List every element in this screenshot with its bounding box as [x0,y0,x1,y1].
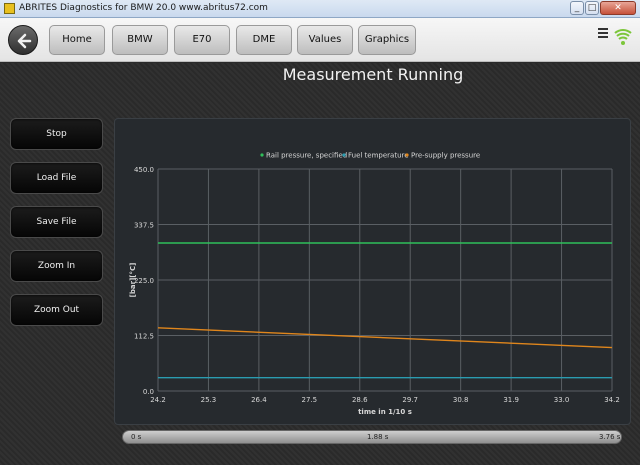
nav-home-button[interactable]: Home [49,25,105,55]
page-title: Measurement Running [282,65,464,84]
nav-e70-button[interactable]: E70 [174,25,230,55]
window-title: ABRITES Diagnostics for BMW 20.0 www.abr… [19,3,268,13]
line-chart: 24.2 25.3 26.4 27.5 28.6 29.7 30.8 31.9 33.0 34.2… [129,152,620,417]
main-area: Measurement Running Stop Load File Save … [0,63,640,465]
x-tick-label: 29.7 [402,396,418,404]
save-file-button[interactable]: Save File [10,206,103,238]
y-tick-label: 112.5 [134,333,154,341]
legend-entry: Fuel temperature [348,152,409,160]
legend-marker [405,153,409,157]
legend-entry: Pre-supply pressure [411,152,480,160]
back-button[interactable] [8,25,38,55]
minimize-button[interactable]: _ [570,1,584,15]
timebar-mid-label: 1.88 s [367,433,389,441]
maximize-button[interactable]: □ [585,1,599,15]
window-titlebar: ABRITES Diagnostics for BMW 20.0 www.abr… [0,0,640,18]
legend-marker [260,153,264,157]
x-tick-label: 26.4 [251,396,267,404]
x-tick-label: 33.0 [554,396,570,404]
zoom-in-button[interactable]: Zoom In [10,250,103,282]
x-tick-label: 34.2 [604,396,620,404]
nav-values-button[interactable]: Values [297,25,353,55]
timebar-end-label: 3.76 s [599,433,621,441]
wifi-signal-icon [614,29,632,45]
x-tick-label: 25.3 [201,396,217,404]
legend-marker [342,153,346,157]
x-tick-label: 30.8 [453,396,469,404]
x-axis-label: time in 1/10 s [358,408,412,416]
y-tick-label: 337.5 [134,222,154,230]
legend-entry: Rail pressure, specified [266,152,347,160]
x-tick-label: 28.6 [352,396,368,404]
nav-dme-button[interactable]: DME [236,25,292,55]
load-file-button[interactable]: Load File [10,162,103,194]
nav-graphics-button[interactable]: Graphics [358,25,416,55]
x-tick-label: 27.5 [302,396,318,404]
back-arrow-icon [17,33,32,49]
time-scrollbar[interactable]: 0 s 1.88 s 3.76 s [122,430,622,444]
menu-icon[interactable] [598,28,610,40]
app-logo-icon [4,3,15,14]
chart-panel: 24.2 25.3 26.4 27.5 28.6 29.7 30.8 31.9 33.0 34.2… [114,118,631,425]
stop-button[interactable]: Stop [10,118,103,150]
top-navigation: Home BMW E70 DME Values Graphics [0,18,640,62]
x-tick-label: 31.9 [503,396,519,404]
y-tick-label: 0.0 [143,388,154,396]
zoom-out-button[interactable]: Zoom Out [10,294,103,326]
close-button[interactable]: ✕ [600,1,636,15]
nav-bmw-button[interactable]: BMW [112,25,168,55]
series-line [157,327,613,349]
y-tick-label: 450.0 [134,166,154,174]
y-axis-label: [bar][°C] [129,263,137,298]
x-tick-label: 24.2 [150,396,166,404]
timebar-start-label: 0 s [131,433,142,441]
